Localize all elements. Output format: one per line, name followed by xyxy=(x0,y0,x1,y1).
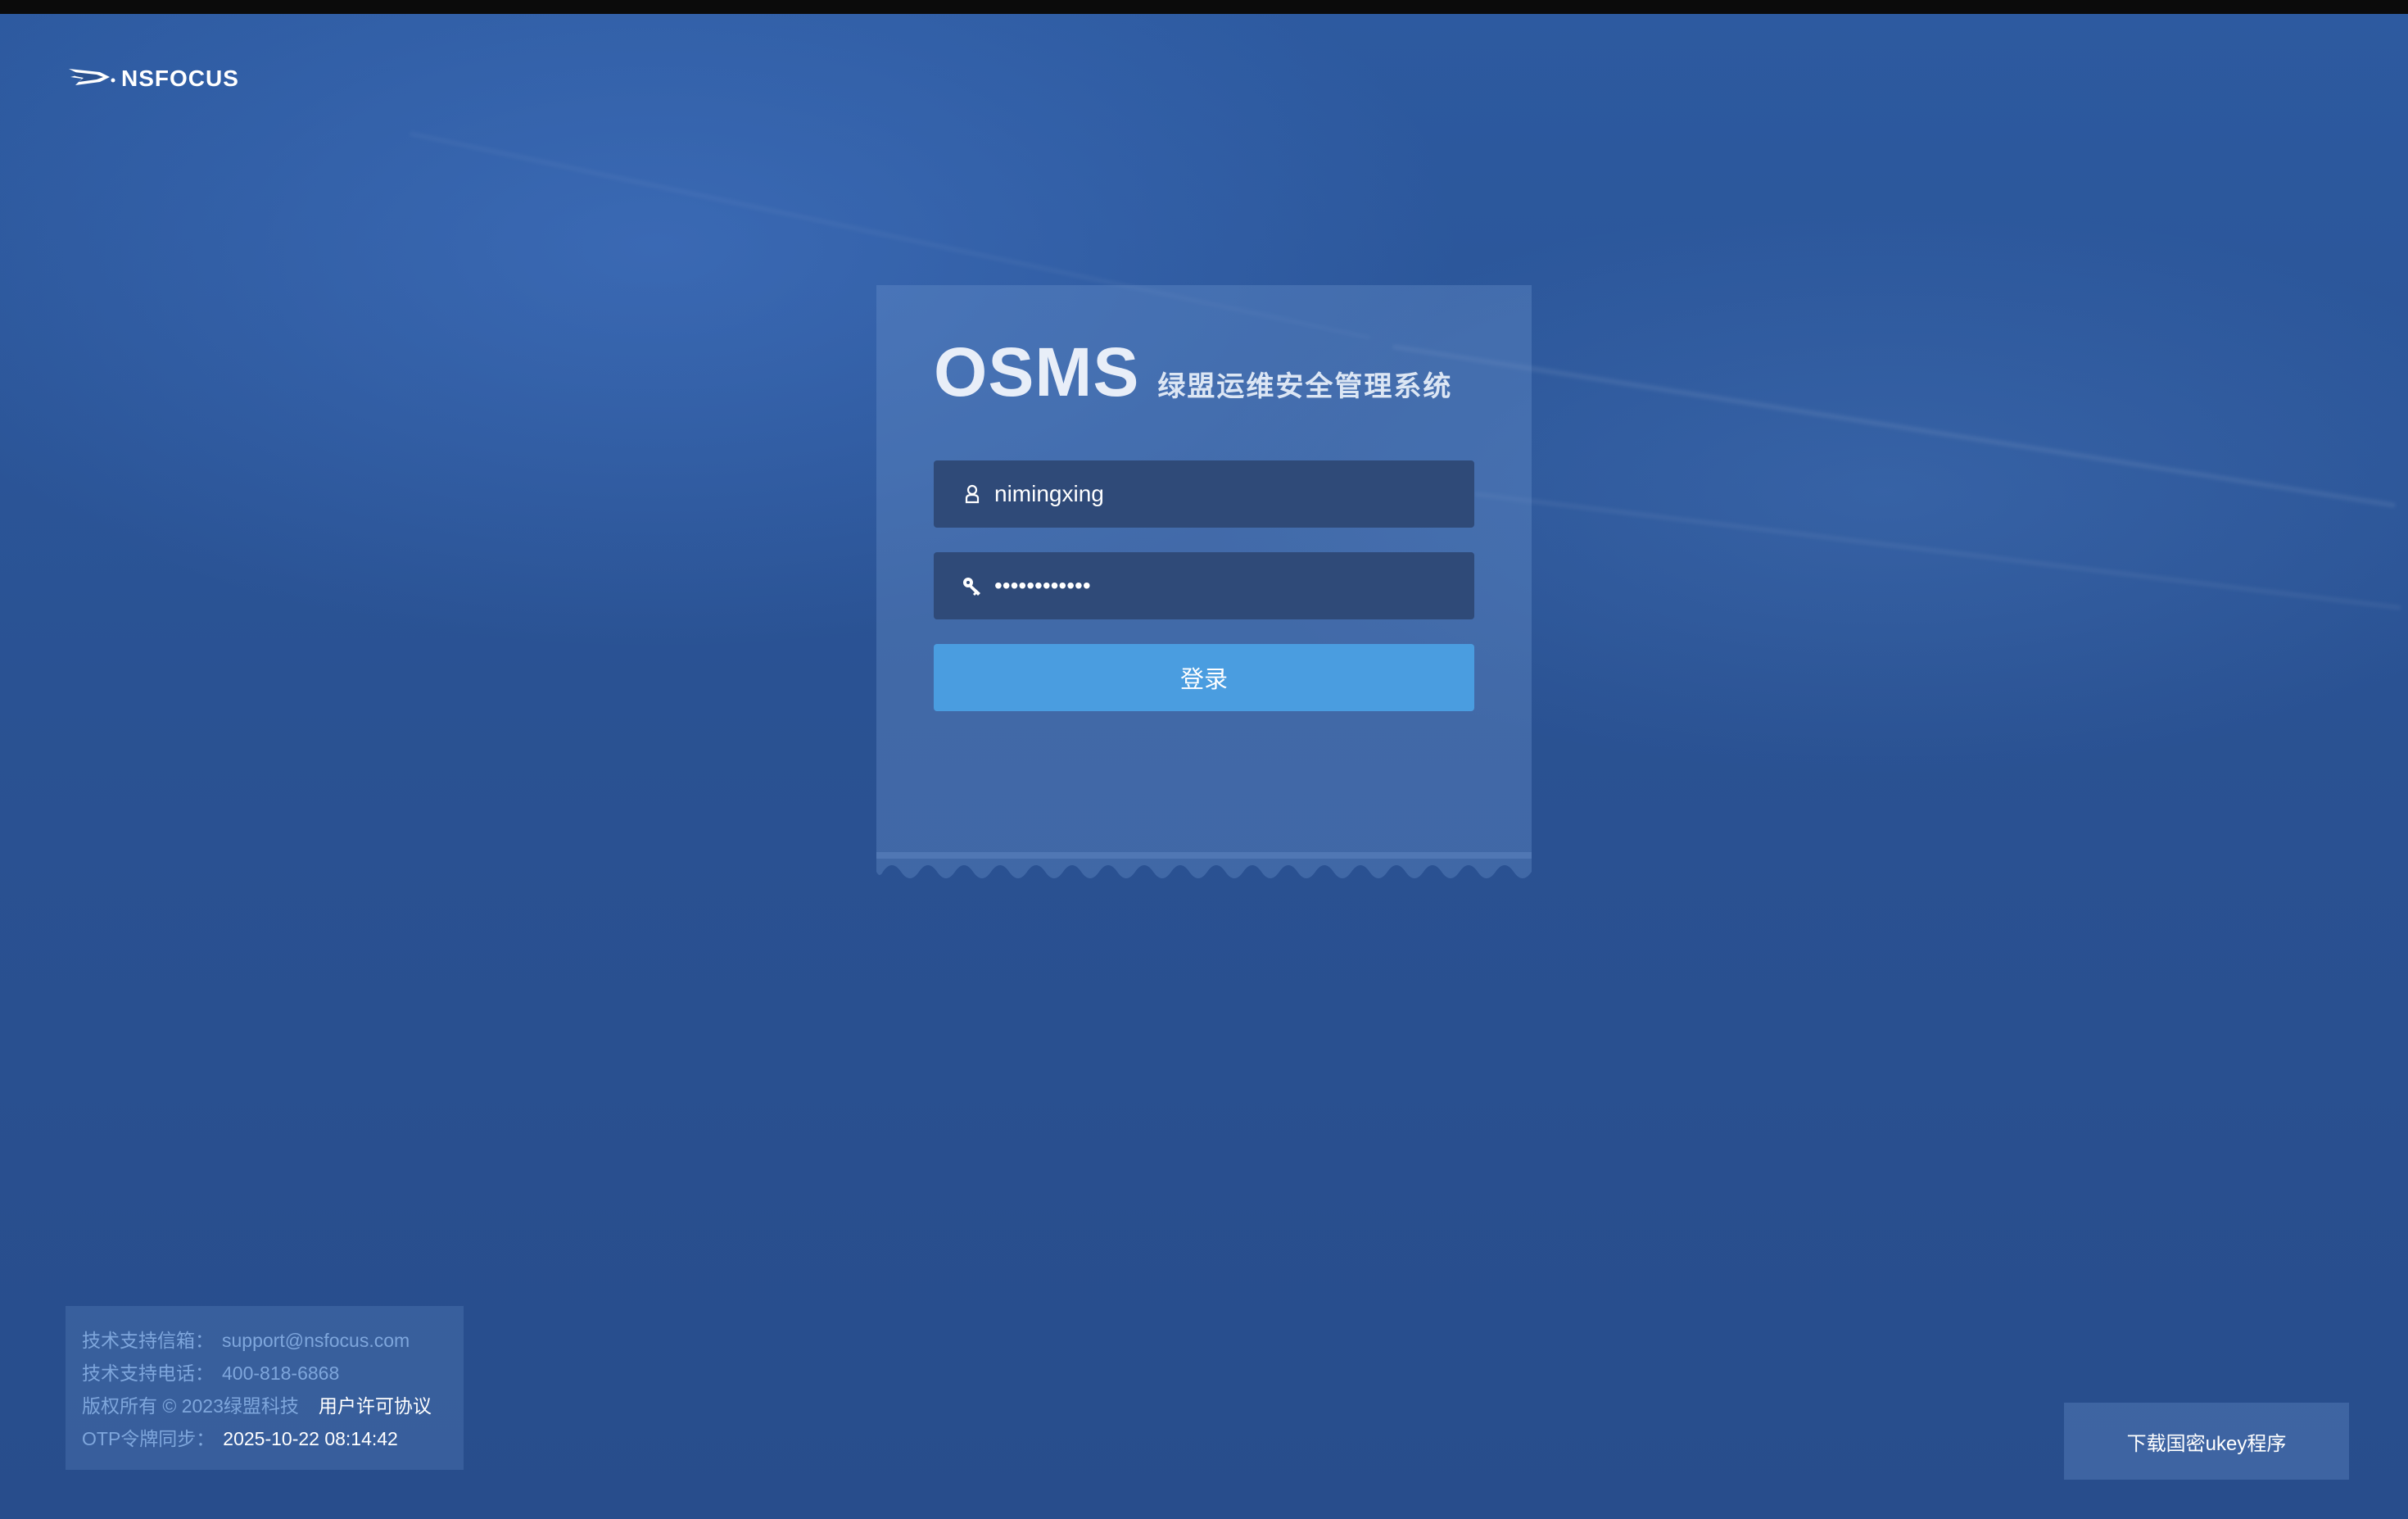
copyright-row: 版权所有 © 2023绿盟科技 用户许可协议 xyxy=(82,1390,447,1422)
title-main: OSMS xyxy=(934,333,1140,410)
copyright-text: 版权所有 © 2023绿盟科技 xyxy=(82,1395,299,1417)
support-phone-row: 技术支持电话： 400-818-6868 xyxy=(82,1357,447,1390)
username-input[interactable] xyxy=(993,480,1455,508)
support-email-row: 技术支持信箱： support@nsfocus.com xyxy=(82,1324,447,1357)
license-agreement-link[interactable]: 用户许可协议 xyxy=(319,1390,432,1422)
support-info-panel: 技术支持信箱： support@nsfocus.com 技术支持电话： 400-… xyxy=(66,1306,464,1470)
otp-sync-label: OTP令牌同步： xyxy=(82,1428,215,1449)
support-phone-label: 技术支持电话： xyxy=(82,1363,214,1384)
login-button[interactable]: 登录 xyxy=(934,644,1474,711)
system-title: OSMS 绿盟运维安全管理系统 xyxy=(934,336,1452,408)
support-email-value[interactable]: support@nsfocus.com xyxy=(222,1324,410,1357)
logo-text: NSFOCUS xyxy=(121,66,239,91)
title-subtitle: 绿盟运维安全管理系统 xyxy=(1157,371,1453,402)
otp-sync-value: 2025-10-22 08:14:42 xyxy=(223,1428,398,1449)
nsfocus-logo-icon xyxy=(67,61,116,97)
top-bar xyxy=(0,0,2408,14)
key-icon xyxy=(960,574,984,598)
user-icon xyxy=(960,482,984,506)
support-email-label: 技术支持信箱： xyxy=(82,1330,214,1351)
support-phone-value: 400-818-6868 xyxy=(222,1363,340,1384)
password-input[interactable] xyxy=(993,572,1455,600)
otp-sync-row: OTP令牌同步： 2025-10-22 08:14:42 xyxy=(82,1422,447,1455)
login-card-edge xyxy=(876,852,1532,882)
brand-logo: NSFOCUS xyxy=(67,62,239,95)
password-field[interactable] xyxy=(934,552,1474,619)
username-field[interactable] xyxy=(934,460,1474,528)
download-ukey-button[interactable]: 下载国密ukey程序 xyxy=(2064,1403,2349,1480)
